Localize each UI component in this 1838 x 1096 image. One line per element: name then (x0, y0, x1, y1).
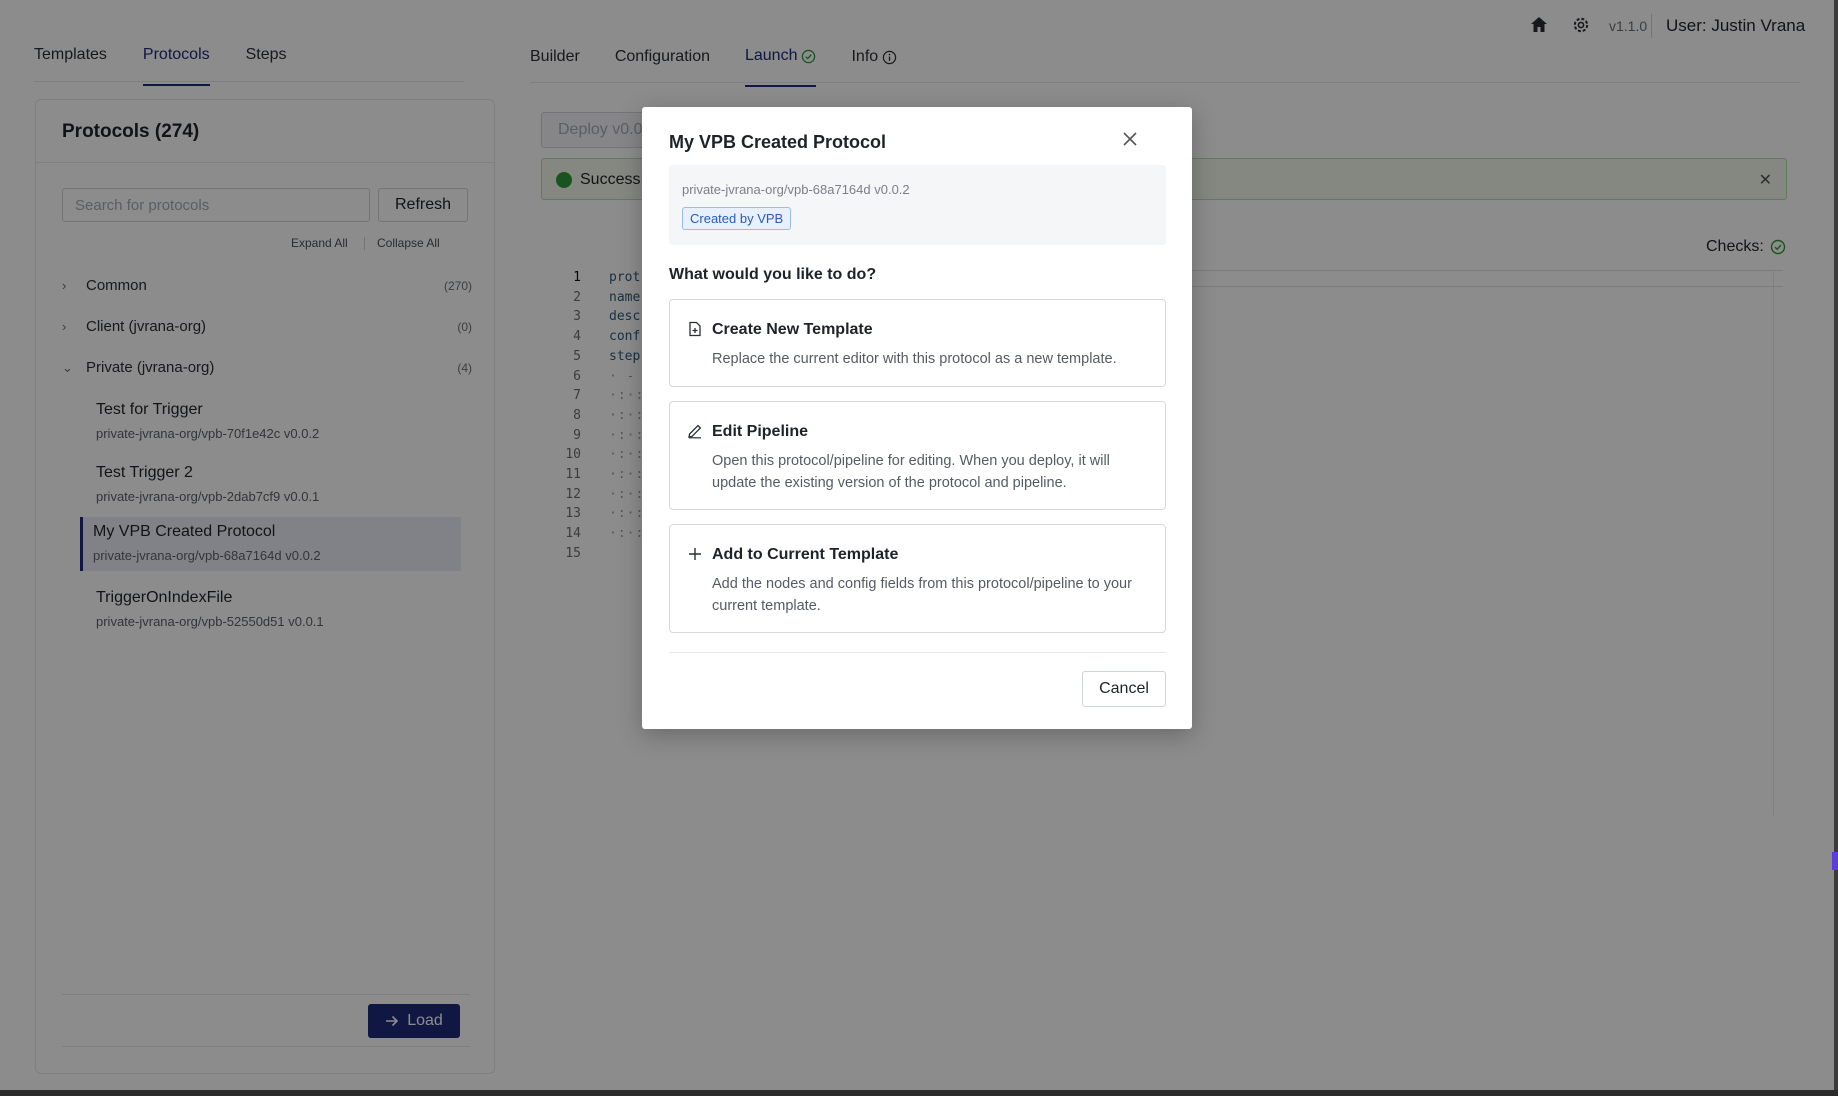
scroll-indicator (1832, 852, 1838, 870)
file-plus-icon (689, 321, 701, 337)
option-description: Add the nodes and config fields from thi… (712, 576, 1132, 614)
cancel-button[interactable]: Cancel (1082, 671, 1166, 707)
close-icon[interactable] (1118, 127, 1142, 151)
divider (669, 652, 1166, 653)
create-new-template-option[interactable]: Create New Template Replace the current … (669, 299, 1166, 387)
window-edge (0, 1090, 1838, 1096)
option-description: Replace the current editor with this pro… (712, 351, 1117, 367)
pencil-icon (688, 424, 702, 439)
protocol-path: private-jvrana-org/vpb-68a7164d v0.0.2 (682, 182, 910, 197)
option-title: Create New Template (712, 321, 873, 338)
protocol-action-dialog: My VPB Created Protocol private-jvrana-o… (642, 107, 1192, 729)
protocol-meta: private-jvrana-org/vpb-68a7164d v0.0.2 C… (669, 165, 1166, 245)
dialog-title: My VPB Created Protocol (669, 132, 887, 152)
option-description: Open this protocol/pipeline for editing.… (712, 453, 1110, 491)
option-title: Add to Current Template (712, 546, 899, 563)
option-title: Edit Pipeline (712, 423, 809, 440)
created-by-badge: Created by VPB (682, 207, 792, 230)
window-edge (1834, 0, 1838, 1096)
dialog-question: What would you like to do? (669, 266, 877, 283)
add-to-current-template-option[interactable]: Add to Current Template Add the nodes an… (669, 524, 1166, 633)
edit-pipeline-option[interactable]: Edit Pipeline Open this protocol/pipelin… (669, 401, 1166, 510)
plus-icon (689, 548, 701, 560)
